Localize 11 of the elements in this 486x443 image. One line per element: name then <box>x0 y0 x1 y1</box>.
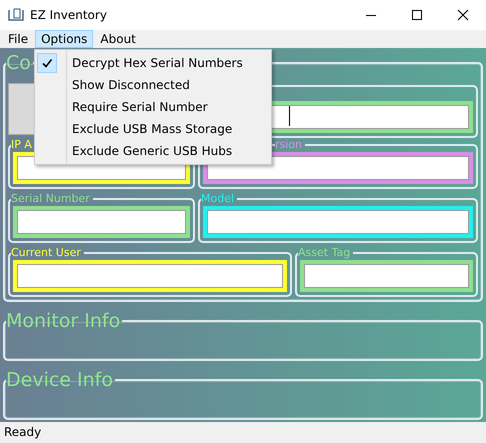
field-label: Serial Number <box>11 193 91 204</box>
field-label: rsion <box>275 139 304 150</box>
group-title: Device Info <box>6 369 114 391</box>
window-title: EZ Inventory <box>30 8 107 22</box>
status-text: Ready <box>0 422 486 443</box>
field-label: Current User <box>11 247 82 258</box>
field-label: Asset Tag <box>298 247 352 258</box>
field-label: IP A <box>11 139 33 150</box>
field-label: Model <box>201 193 236 204</box>
group-title: Co <box>6 52 32 74</box>
group-title: Monitor Info <box>6 310 122 332</box>
